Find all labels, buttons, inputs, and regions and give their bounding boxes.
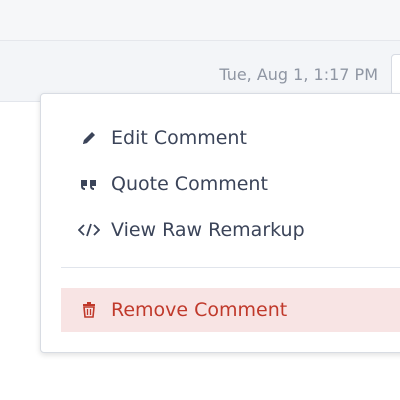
view-raw-remarkup-item[interactable]: View Raw Remarkup <box>77 210 400 250</box>
comment-actions-button[interactable] <box>391 54 400 96</box>
code-icon <box>77 218 101 242</box>
menu-divider <box>61 267 400 268</box>
remove-comment-item[interactable]: Remove Comment <box>77 290 287 330</box>
quote-comment-item[interactable]: Quote Comment <box>77 164 400 204</box>
trash-icon <box>77 298 101 322</box>
edit-comment-label: Edit Comment <box>111 127 247 149</box>
quote-comment-label: Quote Comment <box>111 173 268 195</box>
comment-timestamp[interactable]: Tue, Aug 1, 1:17 PM <box>219 65 378 84</box>
edit-comment-item[interactable]: Edit Comment <box>77 118 400 158</box>
page: Tue, Aug 1, 1:17 PM Edit Comment Quote C… <box>0 0 400 400</box>
remove-comment-label: Remove Comment <box>111 299 288 321</box>
top-strip <box>0 0 400 41</box>
pencil-icon <box>77 126 101 150</box>
quote-icon <box>77 172 101 196</box>
view-raw-remarkup-label: View Raw Remarkup <box>111 219 305 241</box>
